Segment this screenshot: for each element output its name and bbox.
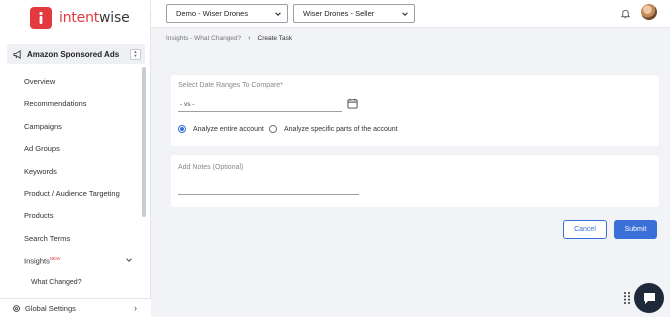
logo[interactable]: intentwise [30, 6, 130, 30]
breadcrumb: Insights - What Changed? › Create Task [166, 35, 292, 42]
new-badge: NEW [49, 256, 61, 261]
radio-entire-label: Analyze entire account [193, 125, 264, 133]
megaphone-icon [13, 49, 21, 59]
account-select-value: Demo - Wiser Drones [176, 9, 249, 18]
sidebar-item-search-terms[interactable]: Search Terms [24, 234, 70, 243]
notes-label: Add Notes (Optional) [178, 164, 244, 171]
global-settings[interactable]: Global Settings › [0, 298, 151, 317]
sidebar-item-campaigns[interactable]: Campaigns [24, 122, 62, 131]
chevron-down-icon[interactable] [125, 256, 133, 264]
date-range-card: Select Date Ranges To Compare* - vs - An… [171, 75, 659, 146]
radio-specific-label: Analyze specific parts of the account [284, 125, 398, 133]
intentwise-logo-icon [30, 7, 52, 29]
global-settings-label: Global Settings [25, 303, 76, 313]
gear-icon [13, 304, 20, 312]
breadcrumb-current: Create Task [257, 35, 293, 42]
chevron-down-icon [275, 12, 281, 16]
cancel-button[interactable]: Cancel [563, 220, 607, 239]
sidebar-item-ad-groups[interactable]: Ad Groups [24, 144, 60, 153]
notes-input[interactable] [178, 185, 359, 195]
chevron-down-icon [402, 12, 408, 16]
sidebar-item-overview[interactable]: Overview [24, 77, 55, 86]
radio-specific-parts[interactable]: Analyze specific parts of the account [269, 125, 398, 133]
submit-button[interactable]: Submit [614, 220, 657, 239]
sidebar-item-insights[interactable]: InsightsNEW [24, 256, 60, 266]
sidebar-item-products[interactable]: Products [24, 211, 54, 220]
module-selector[interactable]: Amazon Sponsored Ads ▲ ▼ [7, 44, 145, 64]
calendar-icon[interactable] [347, 98, 358, 109]
profile-select[interactable]: Wiser Drones - Seller [293, 4, 415, 23]
bell-icon[interactable] [620, 8, 631, 19]
sidebar-scrollbar[interactable] [142, 67, 146, 217]
sidebar-item-recommendations[interactable]: Recommendations [24, 99, 87, 108]
chevron-right-icon: › [248, 35, 251, 42]
chat-button[interactable] [634, 283, 664, 313]
chevron-right-icon: › [134, 303, 137, 313]
sidebar: intentwise Amazon Sponsored Ads ▲ ▼ Overv… [0, 0, 151, 317]
date-range-input[interactable]: - vs - [178, 98, 342, 112]
radio-selected-icon [178, 125, 186, 133]
account-select[interactable]: Demo - Wiser Drones [166, 4, 288, 23]
sidebar-item-keywords[interactable]: Keywords [24, 167, 57, 176]
profile-select-value: Wiser Drones - Seller [303, 9, 375, 18]
top-bar: Demo - Wiser Drones Wiser Drones - Selle… [151, 0, 670, 28]
radio-unselected-icon [269, 125, 277, 133]
logo-text: intentwise [59, 10, 130, 26]
chat-bubble-icon [643, 293, 655, 304]
sidebar-item-what-changed[interactable]: What Changed? [31, 279, 82, 286]
drag-handle-icon[interactable] [623, 291, 631, 305]
insights-label: Insights [24, 256, 50, 266]
module-label: Amazon Sponsored Ads [27, 49, 120, 59]
sidebar-item-product-audience-targeting[interactable]: Product / Audience Targeting [24, 189, 120, 198]
breadcrumb-parent[interactable]: Insights - What Changed? [166, 35, 241, 42]
radio-entire-account[interactable]: Analyze entire account [178, 125, 264, 133]
updown-icon: ▲ ▼ [130, 48, 141, 60]
user-avatar[interactable] [641, 4, 657, 20]
date-range-label: Select Date Ranges To Compare* [178, 82, 283, 89]
notes-card: Add Notes (Optional) [171, 155, 659, 207]
